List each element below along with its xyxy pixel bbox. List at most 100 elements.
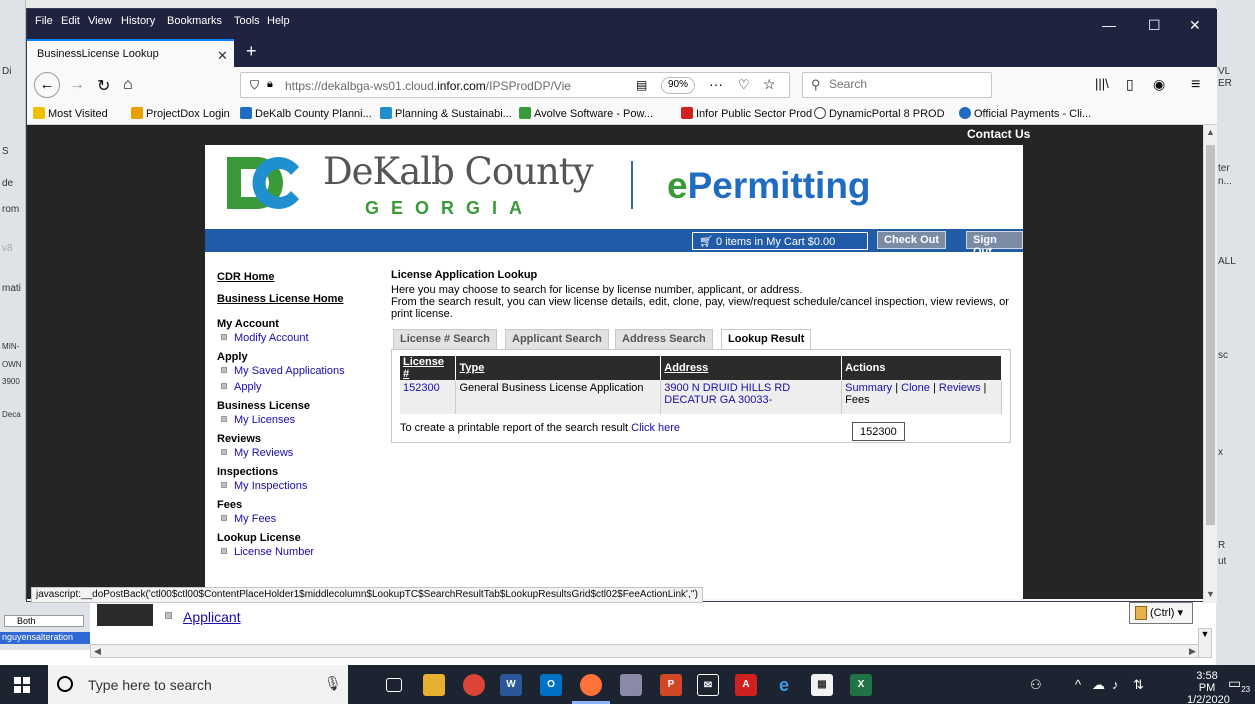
- vertical-scrollbar-bottom[interactable]: ▼: [1198, 628, 1212, 658]
- close-window-icon[interactable]: ✕: [1189, 17, 1201, 34]
- firefox-icon[interactable]: [580, 674, 602, 696]
- summary-link[interactable]: Summary: [845, 382, 892, 394]
- bookmark-dekalb-planning[interactable]: DeKalb County Planni...: [240, 107, 372, 120]
- scrollbar-thumb[interactable]: [1206, 145, 1215, 525]
- column-header-type[interactable]: Type: [455, 356, 662, 380]
- store-icon[interactable]: ▦: [811, 674, 833, 696]
- url-bar[interactable]: ⛉ 🔒︎ https://dekalbga-ws01.cloud.infor.c…: [240, 72, 790, 98]
- bookmark-star-icon[interactable]: ☆: [763, 76, 776, 93]
- search-box[interactable]: ⚲: [802, 72, 992, 98]
- fees-link[interactable]: Fees: [845, 394, 869, 406]
- menu-view[interactable]: View: [88, 15, 112, 27]
- acrobat-icon[interactable]: A: [735, 674, 757, 696]
- column-header-address[interactable]: Address: [660, 356, 843, 380]
- people-icon[interactable]: ⚇: [1030, 677, 1042, 693]
- bookmark-avolve[interactable]: Avolve Software - Pow...: [519, 107, 653, 120]
- applicant-link[interactable]: Applicant: [183, 609, 241, 625]
- lock-icon[interactable]: 🔒︎: [267, 78, 273, 91]
- click-here-link[interactable]: Click here: [631, 422, 680, 434]
- pocket-icon[interactable]: ♡: [738, 77, 750, 93]
- search-input[interactable]: [829, 77, 979, 91]
- edge-icon[interactable]: e: [773, 674, 795, 696]
- check-out-button[interactable]: Check Out: [877, 231, 947, 249]
- windows-start-icon[interactable]: [14, 677, 30, 693]
- my-inspections-link[interactable]: My Inspections: [234, 480, 307, 492]
- app-icon[interactable]: [620, 674, 642, 696]
- license-number-link[interactable]: License Number: [234, 546, 314, 558]
- reload-icon[interactable]: ↻: [97, 76, 110, 96]
- business-license-home-link[interactable]: Business License Home: [217, 293, 387, 315]
- sign-out-button[interactable]: Sign Out: [966, 231, 1023, 258]
- notification-center-icon[interactable]: ▭23: [1228, 675, 1250, 694]
- new-tab-icon[interactable]: +: [246, 41, 257, 62]
- clone-link[interactable]: Clone: [901, 382, 930, 394]
- shield-icon[interactable]: ⛉: [250, 78, 259, 93]
- chrome-icon[interactable]: [463, 674, 485, 696]
- zoom-level[interactable]: 90%: [661, 77, 696, 94]
- account-icon[interactable]: ◉: [1153, 76, 1165, 93]
- url-text[interactable]: https://dekalbga-ws01.cloud.infor.com/IP…: [285, 79, 631, 93]
- sidebar-icon[interactable]: ▯: [1126, 76, 1134, 93]
- contact-us-link[interactable]: Contact Us: [967, 127, 1030, 141]
- menu-edit[interactable]: Edit: [61, 15, 80, 27]
- tab-lookup-result[interactable]: Lookup Result: [721, 329, 812, 351]
- onedrive-icon[interactable]: ☁: [1092, 677, 1105, 693]
- bookmark-infor[interactable]: Infor Public Sector Prod: [681, 107, 812, 120]
- selected-cell[interactable]: nguyensalteration: [0, 632, 90, 644]
- chevron-up-icon[interactable]: ^: [1075, 677, 1081, 692]
- tab-address-search[interactable]: Address Search: [615, 329, 713, 349]
- bookmark-planning-sustainability[interactable]: Planning & Sustainabi...: [380, 107, 512, 120]
- powerpoint-icon[interactable]: P: [660, 674, 682, 696]
- maximize-icon[interactable]: ☐: [1148, 17, 1161, 34]
- apply-link[interactable]: Apply: [234, 381, 262, 393]
- forward-icon[interactable]: →: [69, 76, 85, 94]
- close-tab-icon[interactable]: ✕: [217, 48, 228, 64]
- paste-options-button[interactable]: (Ctrl) ▾: [1129, 602, 1193, 624]
- clock[interactable]: 3:58 PM 1/2/2020: [1187, 670, 1230, 706]
- bookmark-official-payments[interactable]: Official Payments - Cli...: [959, 107, 1091, 120]
- modify-account-link[interactable]: Modify Account: [234, 332, 309, 344]
- tab-license-search[interactable]: License # Search: [393, 329, 497, 349]
- back-icon[interactable]: ←: [34, 72, 60, 98]
- page-vertical-scrollbar[interactable]: ▲ ▼: [1203, 125, 1217, 603]
- scroll-down-icon[interactable]: ▼: [1206, 589, 1215, 599]
- tab-applicant-search[interactable]: Applicant Search: [505, 329, 609, 349]
- menu-hamburger-icon[interactable]: ≡: [1191, 76, 1200, 94]
- minimize-icon[interactable]: —: [1102, 17, 1116, 33]
- outlook-icon[interactable]: O: [540, 674, 562, 696]
- mail-icon[interactable]: ✉: [697, 674, 719, 696]
- my-saved-applications-link[interactable]: My Saved Applications: [234, 365, 345, 377]
- microphone-icon[interactable]: 🎙︎: [324, 675, 342, 692]
- menu-tools[interactable]: Tools: [234, 15, 260, 27]
- menu-history[interactable]: History: [121, 15, 155, 27]
- my-licenses-link[interactable]: My Licenses: [234, 414, 295, 426]
- menu-help[interactable]: Help: [267, 15, 290, 27]
- scroll-left-icon[interactable]: ◀: [91, 645, 104, 657]
- reviews-link[interactable]: Reviews: [939, 382, 981, 394]
- bookmark-most-visited[interactable]: Most Visited: [33, 107, 108, 120]
- reader-view-icon[interactable]: ▤: [636, 78, 647, 92]
- network-icon[interactable]: ⇅: [1133, 677, 1144, 693]
- my-fees-link[interactable]: My Fees: [234, 513, 276, 525]
- home-icon[interactable]: ⌂: [123, 76, 133, 94]
- both-dropdown[interactable]: Both: [4, 615, 84, 627]
- page-actions-icon[interactable]: ···: [709, 76, 723, 92]
- menu-file[interactable]: File: [35, 15, 53, 27]
- license-number-link[interactable]: 152300: [403, 382, 440, 394]
- task-view-icon[interactable]: [386, 678, 402, 692]
- file-explorer-icon[interactable]: [423, 674, 445, 696]
- bookmark-dynamicportal[interactable]: DynamicPortal 8 PROD: [814, 107, 945, 120]
- cdr-home-link[interactable]: CDR Home: [217, 271, 387, 293]
- my-cart-link[interactable]: My Cart: [766, 236, 805, 248]
- volume-icon[interactable]: ♪: [1112, 677, 1119, 692]
- address-link[interactable]: 3900 N DRUID HILLS RD DECATUR GA 30033-: [664, 382, 790, 406]
- library-icon[interactable]: |||\: [1095, 76, 1109, 91]
- bookmark-projectdox[interactable]: ProjectDox Login: [131, 107, 230, 120]
- scroll-up-icon[interactable]: ▲: [1206, 127, 1215, 137]
- column-header-license[interactable]: License #: [400, 356, 457, 380]
- excel-icon[interactable]: X: [850, 674, 872, 696]
- menu-bookmarks[interactable]: Bookmarks: [167, 15, 222, 27]
- tab-business-license-lookup[interactable]: BusinessLicense Lookup ✕: [27, 39, 234, 69]
- my-reviews-link[interactable]: My Reviews: [234, 447, 293, 459]
- horizontal-scrollbar[interactable]: ◀ ▶: [90, 644, 1200, 658]
